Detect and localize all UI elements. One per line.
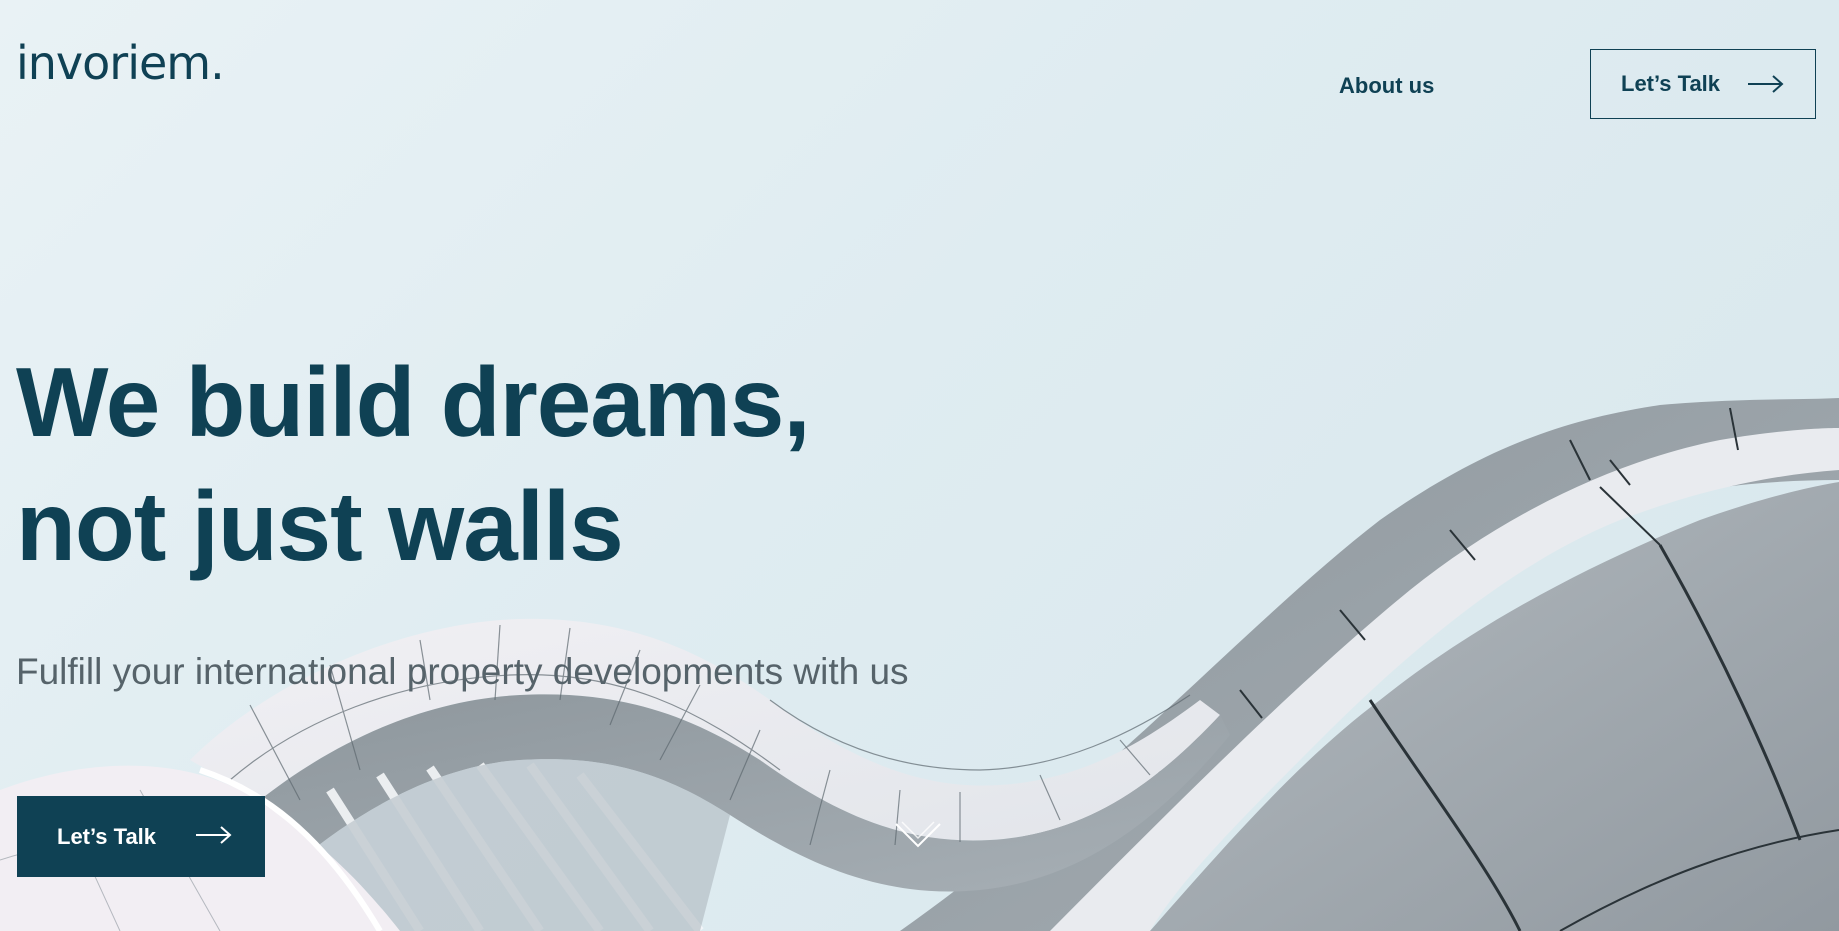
landing-page: invoriem. About us Let’s Talk We build d… (0, 0, 1839, 931)
arrow-right-icon (196, 826, 232, 844)
hero-subtitle: Fulfill your international property deve… (16, 651, 909, 692)
nav-about-us-link[interactable]: About us (1339, 73, 1434, 99)
brand-logo[interactable]: invoriem. (16, 40, 225, 86)
hero-lets-talk-label: Let’s Talk (57, 823, 157, 849)
hero-lets-talk-button[interactable]: Let’s Talk (17, 796, 265, 877)
chevron-down-icon[interactable] (892, 818, 944, 854)
hero-title: We build dreams, not just walls (16, 340, 811, 588)
header-lets-talk-button[interactable]: Let’s Talk (1590, 49, 1816, 119)
header-lets-talk-label: Let’s Talk (1621, 71, 1721, 96)
hero-title-line-2: not just walls (16, 471, 624, 581)
arrow-right-icon (1748, 75, 1784, 93)
hero-title-line-1: We build dreams, (16, 347, 811, 457)
